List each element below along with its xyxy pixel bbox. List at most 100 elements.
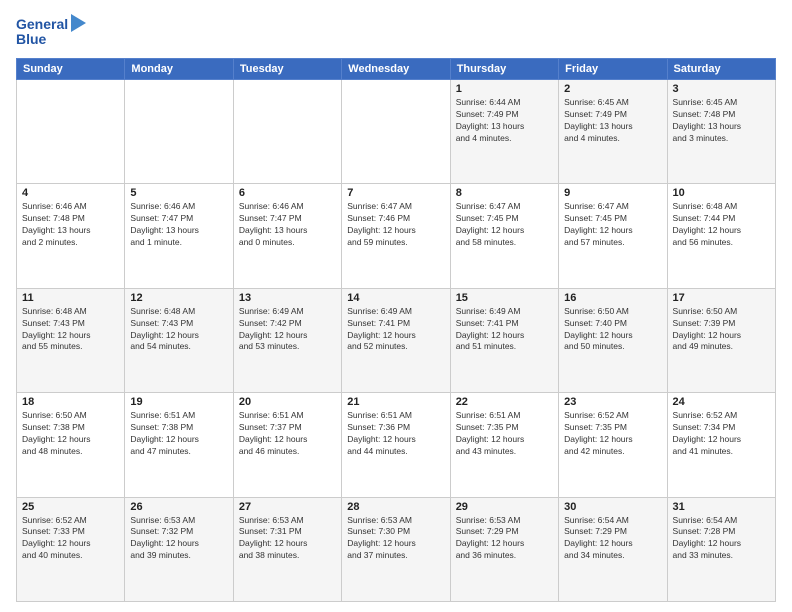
page: GeneralBlue SundayMondayTuesdayWednesday… xyxy=(0,0,792,612)
calendar-cell: 29 Sunrise: 6:53 AM Sunset: 7:29 PM Dayli… xyxy=(450,497,558,601)
day-number: 23 xyxy=(564,396,661,408)
day-info: Sunrise: 6:48 AM Sunset: 7:43 PM Dayligh… xyxy=(130,306,227,354)
calendar-cell: 13 Sunrise: 6:49 AM Sunset: 7:42 PM Dayli… xyxy=(233,288,341,392)
day-number: 20 xyxy=(239,396,336,408)
day-number: 19 xyxy=(130,396,227,408)
calendar-cell: 1Sunrise: 6:44 AM Sunset: 7:49 PM Daylig… xyxy=(450,80,558,184)
day-info: Sunrise: 6:51 AM Sunset: 7:35 PM Dayligh… xyxy=(456,410,553,458)
day-info: Sunrise: 6:52 AM Sunset: 7:34 PM Dayligh… xyxy=(673,410,770,458)
day-info: Sunrise: 6:46 AM Sunset: 7:48 PM Dayligh… xyxy=(22,201,119,249)
calendar-cell: 2 Sunrise: 6:45 AM Sunset: 7:49 PM Daylig… xyxy=(559,80,667,184)
day-number: 5 xyxy=(130,187,227,199)
week-row-2: 4 Sunrise: 6:46 AM Sunset: 7:48 PM Daylig… xyxy=(17,184,776,288)
day-number: 28 xyxy=(347,501,444,513)
calendar-cell xyxy=(125,80,233,184)
day-info: Sunrise: 6:50 AM Sunset: 7:39 PM Dayligh… xyxy=(673,306,770,354)
day-number: 8 xyxy=(456,187,553,199)
day-header-thursday: Thursday xyxy=(450,59,558,80)
day-number: 26 xyxy=(130,501,227,513)
day-info: Sunrise: 6:47 AM Sunset: 7:46 PM Dayligh… xyxy=(347,201,444,249)
day-header-tuesday: Tuesday xyxy=(233,59,341,80)
day-header-saturday: Saturday xyxy=(667,59,775,80)
day-number: 18 xyxy=(22,396,119,408)
day-info: Sunrise: 6:51 AM Sunset: 7:37 PM Dayligh… xyxy=(239,410,336,458)
day-number: 1 xyxy=(456,83,553,95)
day-info: Sunrise: 6:53 AM Sunset: 7:32 PM Dayligh… xyxy=(130,515,227,563)
calendar-cell: 26 Sunrise: 6:53 AM Sunset: 7:32 PM Dayli… xyxy=(125,497,233,601)
day-info: Sunrise: 6:54 AM Sunset: 7:28 PM Dayligh… xyxy=(673,515,770,563)
calendar-cell: 14 Sunrise: 6:49 AM Sunset: 7:41 PM Dayli… xyxy=(342,288,450,392)
calendar-cell: 16 Sunrise: 6:50 AM Sunset: 7:40 PM Dayli… xyxy=(559,288,667,392)
calendar-cell: 12Sunrise: 6:48 AM Sunset: 7:43 PM Dayli… xyxy=(125,288,233,392)
logo-svg: GeneralBlue xyxy=(16,12,86,50)
day-number: 2 xyxy=(564,83,661,95)
day-info: Sunrise: 6:53 AM Sunset: 7:31 PM Dayligh… xyxy=(239,515,336,563)
header-row: SundayMondayTuesdayWednesdayThursdayFrid… xyxy=(17,59,776,80)
day-number: 24 xyxy=(673,396,770,408)
calendar-cell: 10 Sunrise: 6:48 AM Sunset: 7:44 PM Dayli… xyxy=(667,184,775,288)
calendar-cell: 3Sunrise: 6:45 AM Sunset: 7:48 PM Daylig… xyxy=(667,80,775,184)
calendar-cell: 22 Sunrise: 6:51 AM Sunset: 7:35 PM Dayli… xyxy=(450,393,558,497)
calendar-cell xyxy=(17,80,125,184)
calendar-cell: 7Sunrise: 6:47 AM Sunset: 7:46 PM Daylig… xyxy=(342,184,450,288)
day-number: 29 xyxy=(456,501,553,513)
calendar-cell: 6 Sunrise: 6:46 AM Sunset: 7:47 PM Daylig… xyxy=(233,184,341,288)
day-info: Sunrise: 6:48 AM Sunset: 7:44 PM Dayligh… xyxy=(673,201,770,249)
calendar-cell: 19 Sunrise: 6:51 AM Sunset: 7:38 PM Dayli… xyxy=(125,393,233,497)
day-info: Sunrise: 6:50 AM Sunset: 7:38 PM Dayligh… xyxy=(22,410,119,458)
calendar-table: SundayMondayTuesdayWednesdayThursdayFrid… xyxy=(16,58,776,602)
calendar-cell: 23 Sunrise: 6:52 AM Sunset: 7:35 PM Dayli… xyxy=(559,393,667,497)
calendar-cell: 11 Sunrise: 6:48 AM Sunset: 7:43 PM Dayli… xyxy=(17,288,125,392)
day-header-friday: Friday xyxy=(559,59,667,80)
day-number: 16 xyxy=(564,292,661,304)
calendar-cell: 24 Sunrise: 6:52 AM Sunset: 7:34 PM Dayli… xyxy=(667,393,775,497)
day-info: Sunrise: 6:46 AM Sunset: 7:47 PM Dayligh… xyxy=(239,201,336,249)
week-row-4: 18 Sunrise: 6:50 AM Sunset: 7:38 PM Dayli… xyxy=(17,393,776,497)
day-number: 11 xyxy=(22,292,119,304)
calendar-cell xyxy=(342,80,450,184)
calendar-cell: 4 Sunrise: 6:46 AM Sunset: 7:48 PM Daylig… xyxy=(17,184,125,288)
day-info: Sunrise: 6:48 AM Sunset: 7:43 PM Dayligh… xyxy=(22,306,119,354)
week-row-5: 25Sunrise: 6:52 AM Sunset: 7:33 PM Dayli… xyxy=(17,497,776,601)
day-info: Sunrise: 6:47 AM Sunset: 7:45 PM Dayligh… xyxy=(564,201,661,249)
day-info: Sunrise: 6:49 AM Sunset: 7:42 PM Dayligh… xyxy=(239,306,336,354)
calendar-cell: 28 Sunrise: 6:53 AM Sunset: 7:30 PM Dayli… xyxy=(342,497,450,601)
day-info: Sunrise: 6:51 AM Sunset: 7:36 PM Dayligh… xyxy=(347,410,444,458)
calendar-cell: 21Sunrise: 6:51 AM Sunset: 7:36 PM Dayli… xyxy=(342,393,450,497)
day-info: Sunrise: 6:52 AM Sunset: 7:35 PM Dayligh… xyxy=(564,410,661,458)
calendar-cell: 17Sunrise: 6:50 AM Sunset: 7:39 PM Dayli… xyxy=(667,288,775,392)
day-number: 14 xyxy=(347,292,444,304)
day-info: Sunrise: 6:54 AM Sunset: 7:29 PM Dayligh… xyxy=(564,515,661,563)
calendar-cell: 18 Sunrise: 6:50 AM Sunset: 7:38 PM Dayli… xyxy=(17,393,125,497)
day-info: Sunrise: 6:45 AM Sunset: 7:49 PM Dayligh… xyxy=(564,97,661,145)
day-info: Sunrise: 6:51 AM Sunset: 7:38 PM Dayligh… xyxy=(130,410,227,458)
day-info: Sunrise: 6:49 AM Sunset: 7:41 PM Dayligh… xyxy=(456,306,553,354)
day-header-wednesday: Wednesday xyxy=(342,59,450,80)
day-number: 13 xyxy=(239,292,336,304)
day-number: 31 xyxy=(673,501,770,513)
day-number: 6 xyxy=(239,187,336,199)
day-info: Sunrise: 6:46 AM Sunset: 7:47 PM Dayligh… xyxy=(130,201,227,249)
day-number: 4 xyxy=(22,187,119,199)
day-info: Sunrise: 6:49 AM Sunset: 7:41 PM Dayligh… xyxy=(347,306,444,354)
day-number: 22 xyxy=(456,396,553,408)
day-header-monday: Monday xyxy=(125,59,233,80)
calendar-cell: 9 Sunrise: 6:47 AM Sunset: 7:45 PM Daylig… xyxy=(559,184,667,288)
calendar-cell: 8 Sunrise: 6:47 AM Sunset: 7:45 PM Daylig… xyxy=(450,184,558,288)
calendar-cell: 30 Sunrise: 6:54 AM Sunset: 7:29 PM Dayli… xyxy=(559,497,667,601)
day-info: Sunrise: 6:50 AM Sunset: 7:40 PM Dayligh… xyxy=(564,306,661,354)
day-header-sunday: Sunday xyxy=(17,59,125,80)
day-number: 10 xyxy=(673,187,770,199)
calendar-cell: 20 Sunrise: 6:51 AM Sunset: 7:37 PM Dayli… xyxy=(233,393,341,497)
day-info: Sunrise: 6:53 AM Sunset: 7:30 PM Dayligh… xyxy=(347,515,444,563)
calendar-cell: 5 Sunrise: 6:46 AM Sunset: 7:47 PM Daylig… xyxy=(125,184,233,288)
header: GeneralBlue xyxy=(16,12,776,50)
day-number: 30 xyxy=(564,501,661,513)
day-info: Sunrise: 6:47 AM Sunset: 7:45 PM Dayligh… xyxy=(456,201,553,249)
day-number: 9 xyxy=(564,187,661,199)
calendar-cell: 25Sunrise: 6:52 AM Sunset: 7:33 PM Dayli… xyxy=(17,497,125,601)
calendar-cell: 31 Sunrise: 6:54 AM Sunset: 7:28 PM Dayli… xyxy=(667,497,775,601)
day-info: Sunrise: 6:53 AM Sunset: 7:29 PM Dayligh… xyxy=(456,515,553,563)
week-row-3: 11 Sunrise: 6:48 AM Sunset: 7:43 PM Dayli… xyxy=(17,288,776,392)
day-number: 3 xyxy=(673,83,770,95)
